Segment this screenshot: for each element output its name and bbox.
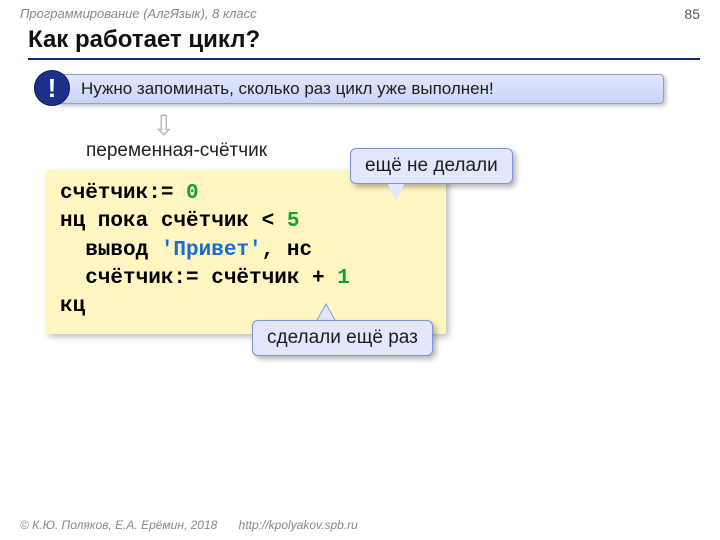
alert-row: ! Нужно запоминать, сколько раз цикл уже… — [34, 72, 664, 108]
counter-variable-label: переменная-счётчик — [86, 140, 267, 162]
code-line-1a: счётчик:= — [60, 182, 186, 205]
footer-authors: © К.Ю. Поляков, Е.А. Ерёмин, 2018 — [20, 518, 217, 532]
code-line-4-num: 1 — [337, 267, 350, 290]
callout-bot-tip-icon — [317, 305, 335, 321]
code-block: счётчик:= 0 нц пока счётчик < 5 вывод 'П… — [46, 170, 446, 334]
code-line-3a: вывод — [60, 239, 161, 262]
callout-done-once-more: сделали ещё раз — [252, 320, 433, 356]
callout-not-done: ещё не делали — [350, 148, 513, 184]
page-number: 85 — [684, 6, 700, 22]
code-line-5: кц — [60, 295, 85, 318]
callout-top-tip-icon — [388, 184, 404, 202]
code-line-1-num: 0 — [186, 182, 199, 205]
alert-badge-icon: ! — [34, 70, 70, 106]
page-title: Как работает цикл? — [28, 26, 700, 60]
code-line-2a: нц пока счётчик < — [60, 210, 287, 233]
alert-text: Нужно запоминать, сколько раз цикл уже в… — [56, 74, 664, 104]
code-line-4a: счётчик:= счётчик + — [60, 267, 337, 290]
footer-url: http://kpolyakov.spb.ru — [239, 518, 358, 532]
course-meta: Программирование (АлгЯзык), 8 класс — [20, 6, 257, 21]
code-line-2-num: 5 — [287, 210, 300, 233]
code-line-3-str: 'Привет' — [161, 239, 262, 262]
down-arrow-icon: ⇩ — [152, 112, 175, 140]
code-line-3b: , нс — [262, 239, 312, 262]
footer: © К.Ю. Поляков, Е.А. Ерёмин, 2018 http:/… — [20, 518, 358, 532]
